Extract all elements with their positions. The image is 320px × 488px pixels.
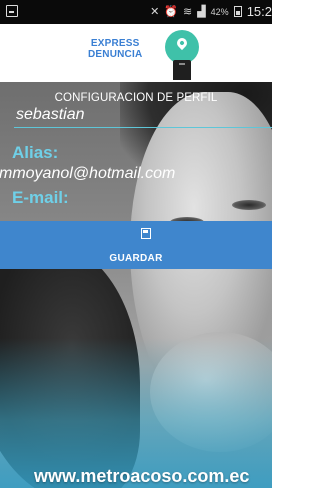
name-field[interactable]: sebastian (16, 106, 85, 124)
photo-eye-right (232, 200, 266, 210)
alias-label: Alias: (12, 143, 59, 162)
app-header: EXPRESS DENUNCIA (0, 24, 272, 82)
wifi-icon: ≋ (182, 6, 193, 18)
phone-icon (173, 60, 191, 80)
mute-icon: ✕ (150, 6, 160, 18)
clock: 15:2 (246, 4, 272, 19)
save-button[interactable]: GUARDAR (0, 221, 272, 269)
name-field-underline (14, 127, 272, 128)
footer-url: www.metroacoso.com.ec (34, 466, 250, 486)
email-label: E-mail: (12, 188, 69, 207)
section-title: CONFIGURACION DE PERFIL (54, 92, 218, 104)
battery-icon (233, 6, 242, 17)
status-icons: ✕ ⏰ ≋ ▟ 42% 15:2 (150, 4, 272, 19)
save-icon (141, 228, 151, 239)
logo-line-2: DENUNCIA (88, 49, 143, 60)
alarm-icon: ⏰ (164, 6, 178, 18)
battery-percent: 42% (210, 6, 229, 17)
app-logo-text: EXPRESS DENUNCIA (88, 38, 142, 60)
logo-line-1: EXPRESS (90, 38, 140, 49)
notification-icon (6, 5, 18, 17)
status-bar: ✕ ⏰ ≋ ▟ 42% 15:2 (0, 0, 272, 24)
save-button-label: GUARDAR (109, 253, 163, 264)
alias-email-field[interactable]: mmoyanol@hotmail.com (0, 165, 175, 183)
signal-icon: ▟ (197, 6, 206, 18)
